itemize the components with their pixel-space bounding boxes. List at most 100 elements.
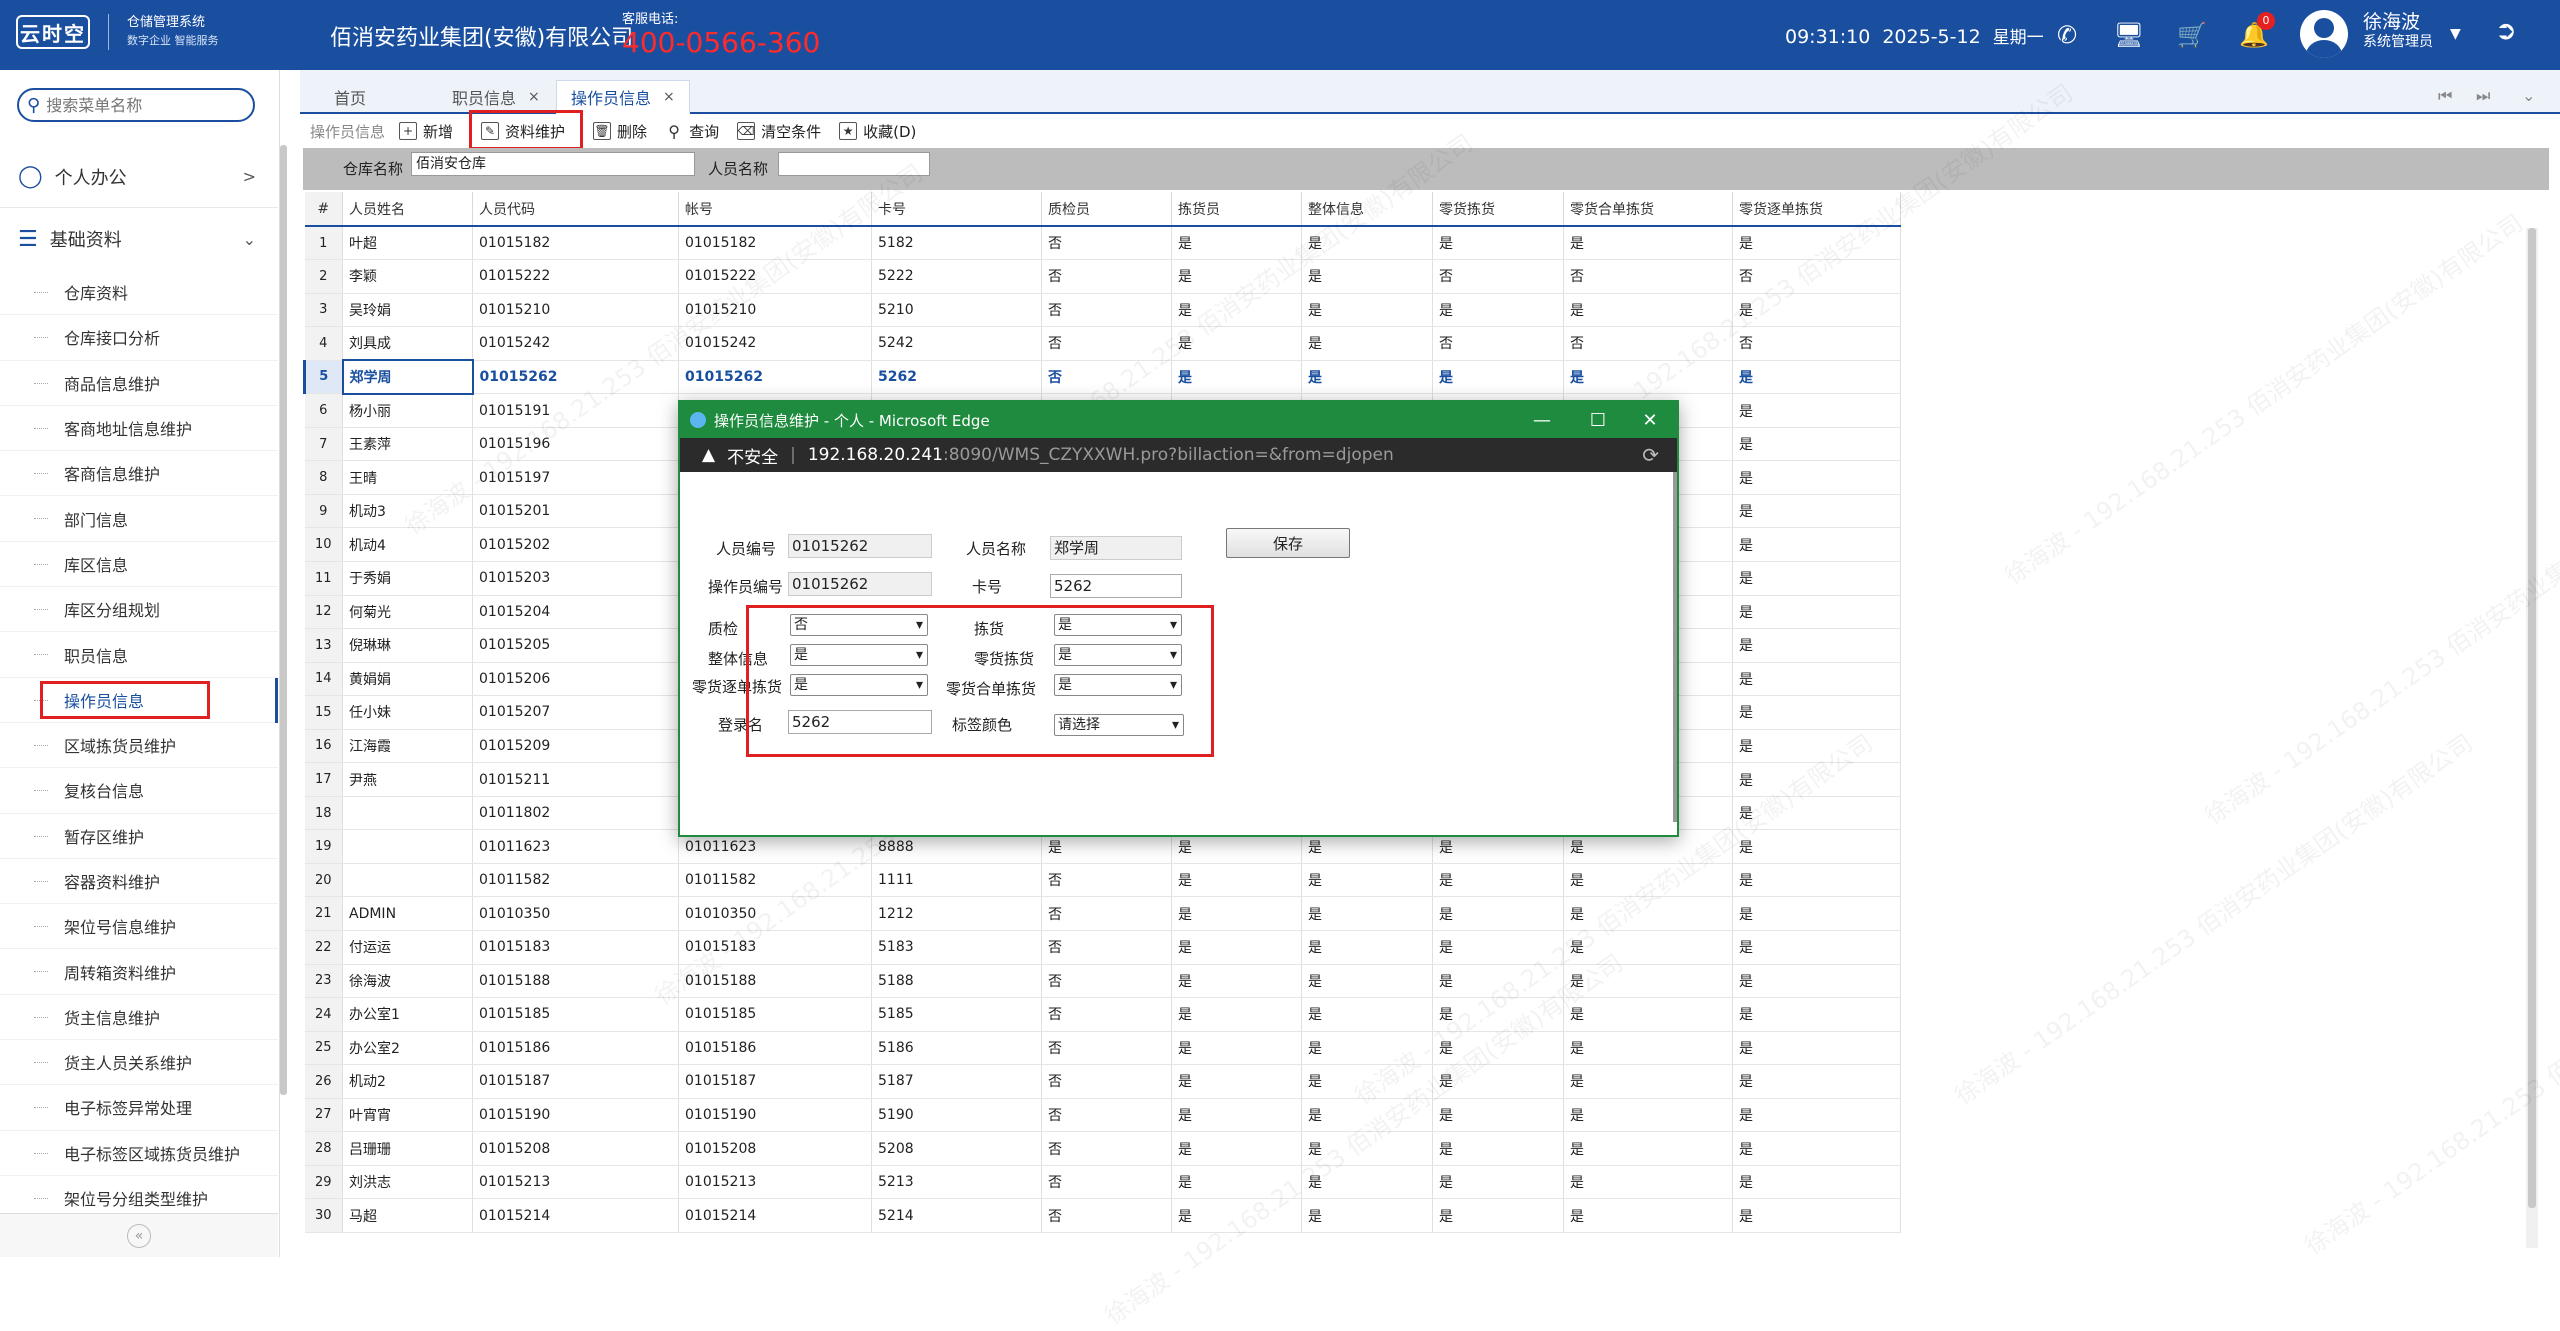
column-header[interactable]: 整体信息 [1301, 192, 1433, 227]
column-header[interactable]: # [304, 192, 343, 227]
last-tab-icon[interactable]: ⏭ [2476, 86, 2490, 106]
menu-search-input[interactable] [46, 95, 237, 115]
operator-code-field[interactable]: 01015262 [788, 572, 932, 596]
table-row[interactable]: 27 叶宵宵 01015190 01015190 5190 否是是是是是 [304, 1098, 1901, 1133]
dialog-scrollbar[interactable] [1673, 472, 1677, 822]
warning-icon: ▲ [702, 445, 716, 465]
favorite-label: 收藏(D) [863, 122, 917, 141]
sidebar-item-owner-relation[interactable]: 货主人员关系维护 [0, 1040, 278, 1086]
menu-search[interactable]: ⚲ [17, 88, 255, 122]
sidebar-item-area-picker[interactable]: 区域拣货员维护 [0, 723, 278, 769]
phone-icon[interactable]: ✆ [2050, 18, 2084, 52]
person-code-field[interactable]: 01015262 [788, 534, 932, 558]
avatar[interactable] [2300, 10, 2348, 58]
sidebar-item-owner[interactable]: 货主信息维护 [0, 995, 278, 1041]
sidebar-item-customer[interactable]: 客商信息维护 [0, 451, 278, 497]
table-cell: 是 [1171, 1165, 1302, 1200]
column-header[interactable]: 卡号 [871, 192, 1042, 227]
table-row[interactable]: 28 吕珊珊 01015208 01015208 5208 否是是是是是 [304, 1131, 1901, 1166]
table-row[interactable]: 2 李颖 01015222 01015222 5222 否是是否否否 [304, 259, 1901, 294]
query-button[interactable]: ⚲ 查询 [665, 116, 719, 146]
scrollbar-thumb[interactable] [2528, 228, 2536, 1208]
maximize-icon[interactable]: ☐ [1573, 406, 1623, 434]
sidebar-item-etag-exception[interactable]: 电子标签异常处理 [0, 1085, 278, 1131]
tab-operator[interactable]: 操作员信息 × [556, 80, 690, 114]
tab-home[interactable]: 首页 [320, 80, 380, 114]
table-row[interactable]: 24 办公室1 01015185 01015185 5185 否是是是是是 [304, 997, 1901, 1032]
close-icon[interactable]: × [528, 89, 540, 105]
menu-group-basic[interactable]: ☰ 基础资料 ⌄ [0, 208, 278, 270]
clear-button[interactable]: ⌫ 清空条件 [737, 116, 821, 146]
sidebar-item-staff[interactable]: 职员信息 [0, 632, 278, 678]
table-cell: 01011802 [472, 796, 679, 831]
table-scrollbar[interactable] [2526, 228, 2538, 1248]
sidebar-scrollbar[interactable] [280, 145, 287, 1095]
sidebar-item-etag-picker[interactable]: 电子标签区域拣货员维护 [0, 1131, 278, 1176]
person-name-field[interactable]: 郑学周 [1050, 536, 1182, 560]
cart-icon[interactable]: 🛒 [2175, 18, 2209, 52]
card-field[interactable]: 5262 [1050, 574, 1182, 598]
sidebar-item-area[interactable]: 库区信息 [0, 542, 278, 588]
first-tab-icon[interactable]: ⏮ [2438, 86, 2452, 106]
refresh-icon[interactable]: ⟳ [1642, 443, 1659, 467]
sidebar-item-warehouse-interface[interactable]: 仓库接口分析 [0, 315, 278, 361]
sidebar-item-goods[interactable]: 商品信息维护 [0, 361, 278, 406]
sidebar-item-area-group[interactable]: 库区分组规划 [0, 587, 278, 633]
new-button[interactable]: + 新增 [399, 116, 453, 146]
user-info[interactable]: 徐海波 系统管理员 [2363, 12, 2433, 52]
monitor-icon[interactable]: 🖥 [2112, 18, 2146, 52]
sidebar-item-warehouse[interactable]: 仓库资料 [0, 270, 278, 316]
sidebar-collapse[interactable]: « [0, 1213, 278, 1257]
table-row[interactable]: 3 吴玲娟 01015210 01015210 5210 否是是是是是 [304, 293, 1901, 328]
table-row[interactable]: 22 付运运 01015183 01015183 5183 否是是是是是 [304, 930, 1901, 965]
logout-icon[interactable]: ➲ [2495, 16, 2517, 46]
caret-down-icon[interactable]: ▼ [2450, 26, 2461, 42]
table-row[interactable]: 30 马超 01015214 01015214 5214 否是是是是是 [304, 1198, 1901, 1233]
table-cell: 是 [1432, 293, 1564, 328]
minimize-icon[interactable]: — [1517, 406, 1567, 434]
sidebar-item-tote[interactable]: 周转箱资料维护 [0, 949, 278, 995]
maintain-button[interactable]: ✎ 资料维护 [469, 110, 584, 150]
column-header[interactable]: 零货拣货 [1432, 192, 1564, 227]
column-header[interactable]: 人员代码 [472, 192, 679, 227]
sidebar-item-container[interactable]: 容器资料维护 [0, 859, 278, 905]
menu-group-personal[interactable]: ◯ 个人办公 > [0, 146, 278, 208]
column-header[interactable]: 帐号 [678, 192, 872, 227]
table-cell: 是 [1563, 930, 1733, 965]
row-index: 20 [304, 863, 343, 898]
column-header[interactable]: 人员姓名 [342, 192, 473, 227]
sidebar-item-staging[interactable]: 暂存区维护 [0, 814, 278, 859]
sidebar-item-review-desk[interactable]: 复核台信息 [0, 768, 278, 814]
column-header[interactable]: 零货合单拣货 [1563, 192, 1733, 227]
sidebar-item-department[interactable]: 部门信息 [0, 496, 278, 542]
table-row[interactable]: 5 郑学周 01015262 01015262 5262 否是是是是是 [303, 359, 1901, 395]
table-row[interactable]: 4 刘具成 01015242 01015242 5242 否是是否否否 [304, 326, 1901, 361]
table-cell: 否 [1432, 326, 1564, 361]
column-header[interactable]: 质检员 [1041, 192, 1172, 227]
sidebar-item-shelf[interactable]: 架位号信息维护 [0, 904, 278, 950]
table-row[interactable]: 26 机动2 01015187 01015187 5187 否是是是是是 [304, 1064, 1901, 1099]
table-row[interactable]: 21 ADMIN 01010350 01010350 1212 否是是是是是 [304, 896, 1901, 931]
table-row[interactable]: 25 办公室2 01015186 01015186 5186 否是是是是是 [304, 1031, 1901, 1066]
table-row[interactable]: 23 徐海波 01015188 01015188 5188 否是是是是是 [304, 964, 1901, 999]
close-icon[interactable]: × [663, 89, 675, 105]
person-name-input[interactable] [778, 152, 930, 176]
table-row[interactable]: 20 01011582 01011582 1111 否是是是是是 [304, 863, 1901, 898]
table-row[interactable]: 29 刘洪志 01015213 01015213 5213 否是是是是是 [304, 1165, 1901, 1200]
tab-label: 首页 [334, 89, 367, 108]
favorite-button[interactable]: ★ 收藏(D) [839, 116, 916, 146]
bell-icon[interactable]: 🔔 0 [2237, 12, 2275, 52]
table-cell: 01015187 [678, 1064, 872, 1099]
warehouse-input[interactable]: 佰消安仓库 [411, 152, 695, 176]
tab-menu-chevron-icon[interactable]: ⌄ [2522, 86, 2535, 105]
table-cell: 01015190 [472, 1098, 679, 1133]
sidebar-item-operator[interactable]: 操作员信息 [0, 677, 278, 723]
delete-button[interactable]: 🗑 删除 [593, 116, 647, 146]
tab-staff[interactable]: 职员信息 × [438, 80, 554, 114]
column-header[interactable]: 拣货员 [1171, 192, 1302, 227]
sidebar-item-customer-address[interactable]: 客商地址信息维护 [0, 406, 278, 452]
close-icon[interactable]: ✕ [1625, 406, 1675, 434]
column-header[interactable]: 零货逐单拣货 [1732, 192, 1901, 227]
save-button[interactable]: 保存 [1226, 528, 1350, 558]
table-row[interactable]: 1 叶超 01015182 01015182 5182 否是是是是是 [304, 226, 1901, 261]
